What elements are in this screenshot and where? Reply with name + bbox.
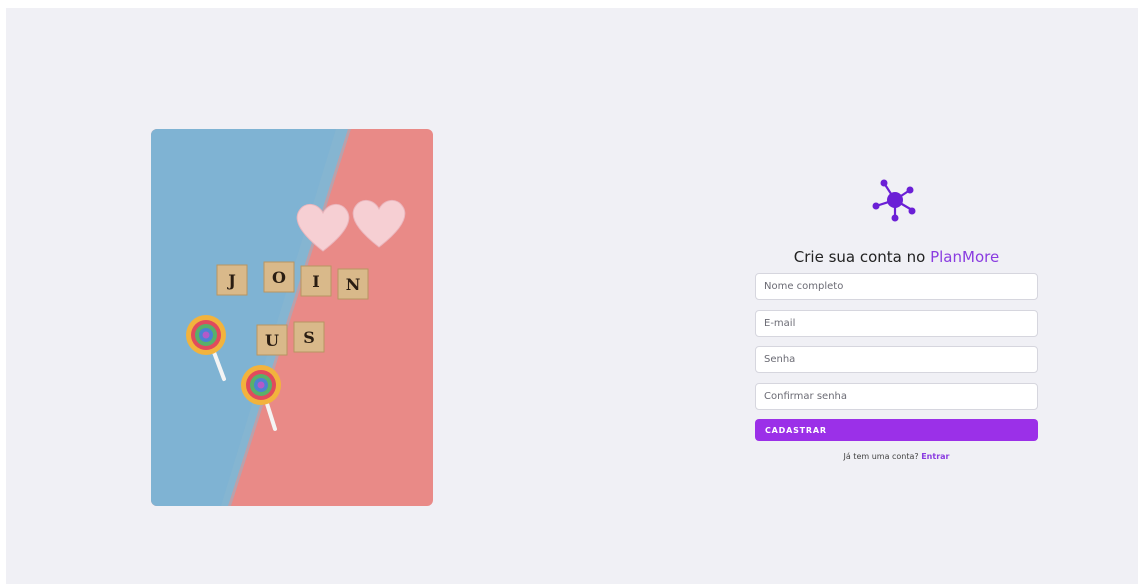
page-title: Crie sua conta no PlanMore [755, 248, 1038, 266]
login-prompt-text: Já tem uma conta? [843, 452, 919, 461]
tile-letter: O [272, 268, 286, 287]
signup-button[interactable]: CADASTRAR [755, 419, 1038, 441]
tile-letter: S [303, 328, 315, 347]
tile-letter: J [226, 271, 236, 290]
login-prompt-row: Já tem uma conta? Entrar [755, 452, 1038, 461]
brand-name: PlanMore [930, 248, 1000, 266]
email-input[interactable] [755, 310, 1038, 337]
tile-letter: N [346, 275, 361, 294]
tile-letter: I [312, 272, 319, 291]
login-link[interactable]: Entrar [921, 452, 949, 461]
join-us-illustration: J O I N U S [151, 129, 433, 506]
password-input[interactable] [755, 346, 1038, 373]
network-molecule-icon [867, 172, 923, 228]
tile-letter: U [265, 331, 279, 350]
confirm-password-input[interactable] [755, 383, 1038, 410]
title-prefix: Crie sua conta no [793, 248, 931, 266]
page-background: J O I N U S Crie sua conta no PlanMore N… [6, 8, 1138, 584]
full-name-input[interactable] [755, 273, 1038, 300]
